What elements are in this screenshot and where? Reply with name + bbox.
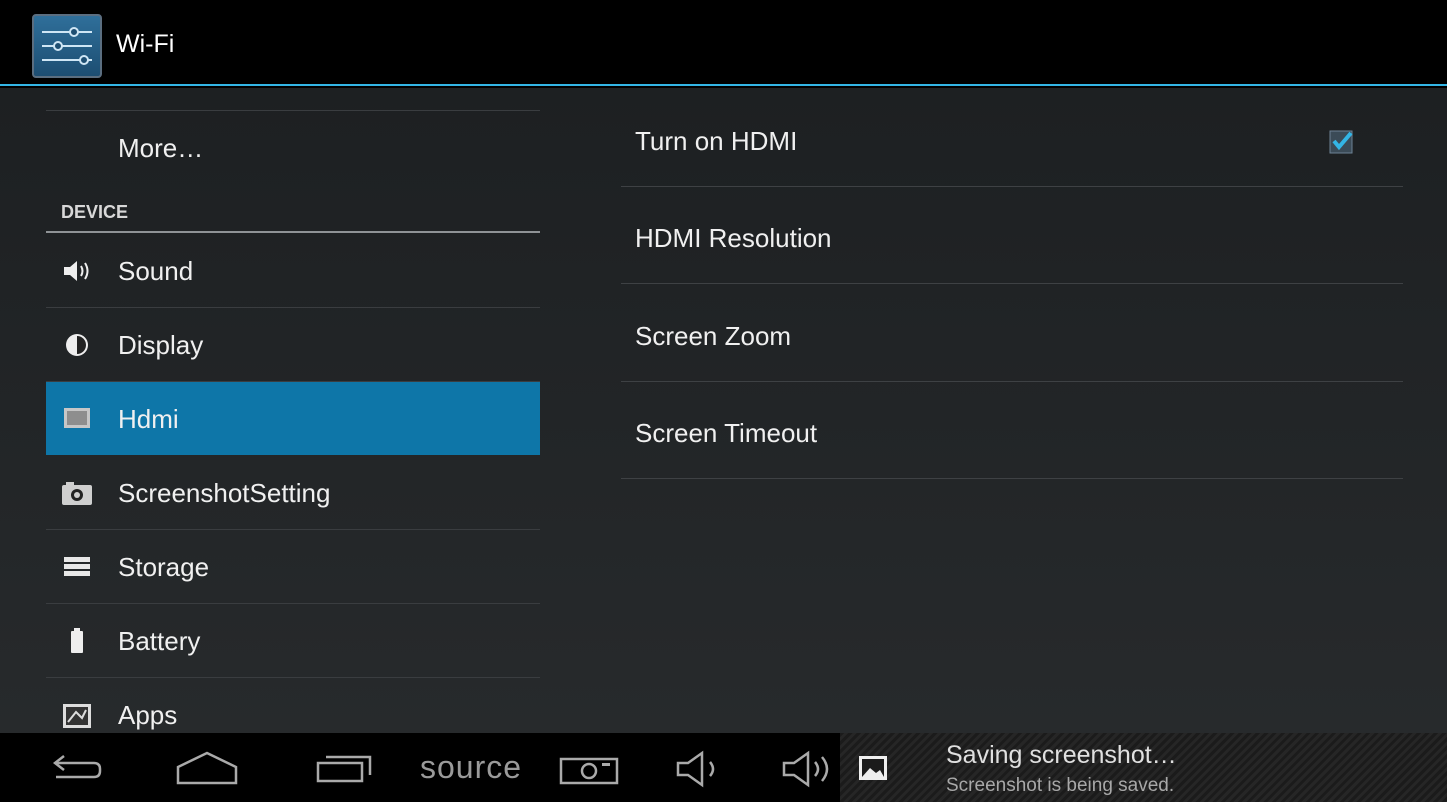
- sidebar-item-label: Hdmi: [118, 404, 179, 434]
- sidebar-item-label: Storage: [118, 552, 210, 582]
- home-icon[interactable]: [174, 743, 240, 793]
- sidebar-item-display[interactable]: Display: [46, 308, 540, 381]
- sidebar-item-screenshot-setting[interactable]: ScreenshotSetting: [46, 456, 540, 529]
- brightness-icon: [60, 330, 94, 360]
- monitor-icon: [60, 404, 94, 434]
- storage-icon: [60, 552, 94, 582]
- action-bar: Wi-Fi: [0, 0, 1447, 86]
- sidebar-item-label: ScreenshotSetting: [118, 478, 331, 508]
- notification-title: Saving screenshot…: [946, 741, 1177, 769]
- notification-subtitle: Screenshot is being saved.: [946, 775, 1175, 796]
- sidebar-item-label: Battery: [118, 626, 201, 656]
- back-icon[interactable]: [44, 743, 104, 793]
- sidebar-item-sound[interactable]: Sound: [46, 234, 540, 307]
- page-title: Wi-Fi: [116, 30, 175, 58]
- screenshot-icon[interactable]: [556, 743, 622, 793]
- sidebar-item-storage[interactable]: Storage: [46, 530, 540, 603]
- settings-sliders-icon[interactable]: [32, 14, 102, 78]
- divider: [621, 283, 1403, 284]
- speaker-icon: [60, 256, 94, 286]
- pref-hdmi-resolution[interactable]: HDMI Resolution: [621, 187, 1403, 284]
- sidebar-item-label: Apps: [118, 700, 178, 730]
- sidebar-item-battery[interactable]: Battery: [46, 604, 540, 677]
- recent-apps-icon[interactable]: [312, 743, 378, 793]
- hdmi-checkbox[interactable]: [1329, 128, 1355, 154]
- source-button[interactable]: source: [420, 749, 522, 786]
- pref-screen-timeout[interactable]: Screen Timeout: [621, 382, 1403, 479]
- sidebar-item-hdmi[interactable]: Hdmi: [46, 382, 540, 455]
- system-bar: source Saving screenshot… Screenshot is …: [0, 733, 1447, 802]
- sidebar-item-label: Sound: [118, 256, 194, 286]
- pref-label: Screen Zoom: [635, 321, 792, 351]
- pref-turn-on-hdmi[interactable]: Turn on HDMI: [621, 90, 1403, 187]
- pref-label: Turn on HDMI: [635, 126, 798, 156]
- apps-icon: [60, 700, 94, 730]
- notification-area[interactable]: Saving screenshot… Screenshot is being s…: [840, 733, 1447, 802]
- sidebar-item-label: More…: [118, 133, 204, 163]
- sidebar-item-more[interactable]: More…: [46, 111, 540, 184]
- section-header-device: DEVICE: [61, 202, 129, 222]
- section-divider: [46, 231, 540, 233]
- sidebar-item-apps[interactable]: Apps: [46, 678, 540, 733]
- battery-icon: [60, 626, 94, 656]
- pref-label: HDMI Resolution: [635, 223, 832, 253]
- camera-icon: [60, 478, 94, 508]
- image-icon: [858, 755, 888, 781]
- divider: [621, 478, 1403, 479]
- pref-label: Screen Timeout: [635, 418, 818, 448]
- settings-main: More… DEVICE Sound Display Hdmi Screensh…: [0, 88, 1447, 733]
- volume-up-icon[interactable]: [780, 743, 840, 793]
- volume-down-icon[interactable]: [672, 743, 732, 793]
- hdmi-preferences: Turn on HDMI HDMI Resolution Screen Zoom…: [621, 88, 1403, 733]
- sidebar-item-label: Display: [118, 330, 204, 360]
- settings-sidebar: More… DEVICE Sound Display Hdmi Screensh…: [46, 88, 540, 733]
- pref-screen-zoom[interactable]: Screen Zoom: [621, 285, 1403, 382]
